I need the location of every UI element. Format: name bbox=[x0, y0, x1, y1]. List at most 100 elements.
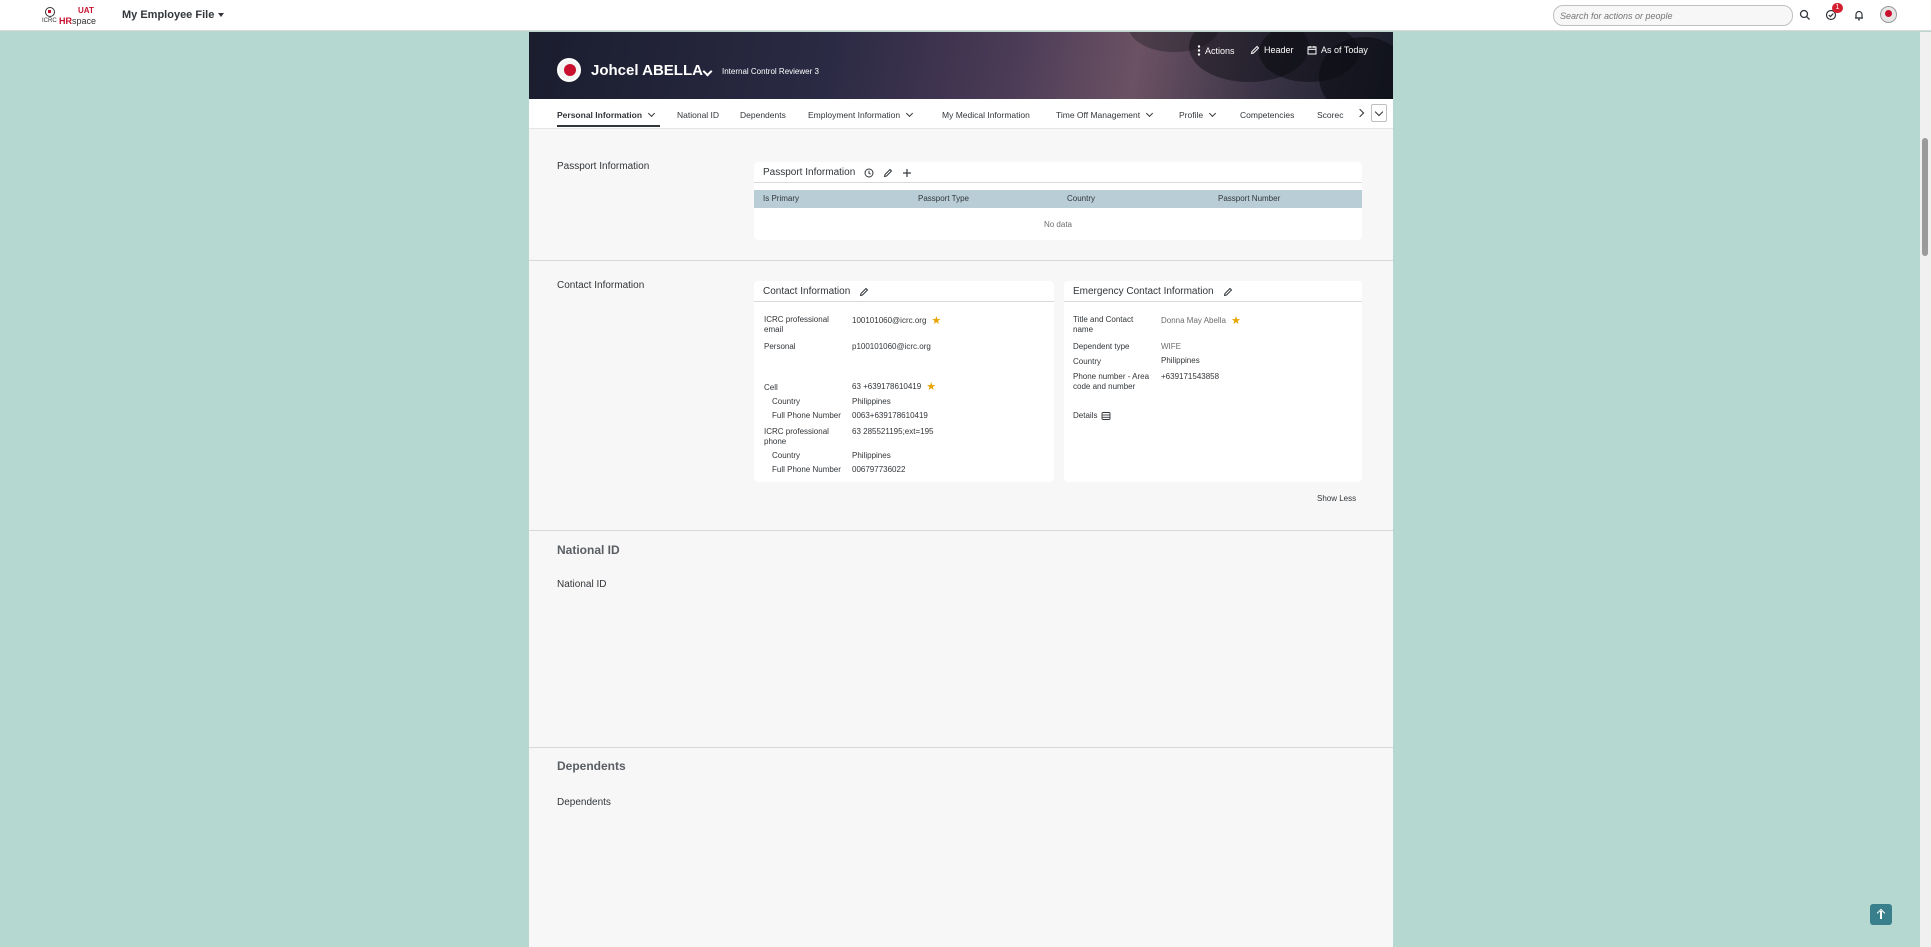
pencil-icon[interactable] bbox=[859, 287, 869, 297]
tab-dependents[interactable]: Dependents bbox=[740, 110, 786, 120]
tab-label: Time Off Management bbox=[1056, 110, 1141, 120]
field-label: Country bbox=[772, 451, 801, 460]
emergency-card-title: Emergency Contact Information bbox=[1073, 286, 1214, 297]
card-divider bbox=[754, 301, 1054, 302]
field-label: Dependent type bbox=[1073, 342, 1130, 351]
tabs-scroll-right-icon[interactable] bbox=[1355, 108, 1365, 118]
primary-star-icon: ★ bbox=[931, 314, 942, 327]
tab-scorecard[interactable]: Scorec bbox=[1317, 110, 1343, 120]
tab-label: Dependents bbox=[740, 110, 786, 120]
icrc-emblem-icon bbox=[45, 7, 55, 17]
header-label: Header bbox=[1264, 45, 1294, 55]
more-vertical-icon bbox=[1197, 45, 1201, 56]
field-value: +639171543858 bbox=[1161, 372, 1220, 381]
header-edit-button[interactable]: Header bbox=[1250, 45, 1294, 55]
hrspace-logo[interactable]: ICRC UAT HRspace bbox=[40, 5, 96, 27]
contact-section-label: Contact Information bbox=[557, 280, 645, 291]
field-label: Cell bbox=[764, 383, 778, 392]
tab-label: National ID bbox=[677, 110, 720, 120]
pencil-icon bbox=[1250, 45, 1260, 55]
dependents-section-title: Dependents bbox=[557, 759, 626, 773]
column-header: Passport Number bbox=[1218, 194, 1281, 203]
user-avatar[interactable] bbox=[1880, 6, 1897, 23]
primary-star-icon: ★ bbox=[926, 380, 937, 393]
cell-phone-value: 63 +639178610419 ★ bbox=[852, 380, 937, 393]
employee-name: Johcel ABELLA bbox=[591, 62, 703, 79]
empty-table-text: No data bbox=[1043, 220, 1073, 229]
field-label: Country bbox=[1073, 357, 1102, 366]
contact-card-header: Contact Information bbox=[763, 286, 869, 297]
bell-icon[interactable] bbox=[1852, 8, 1866, 22]
field-label: Personal bbox=[764, 342, 796, 351]
passport-section-label: Passport Information bbox=[557, 161, 650, 172]
passport-card-header: Passport Information bbox=[763, 167, 912, 178]
profile-header: Johcel ABELLA Internal Control Reviewer … bbox=[529, 32, 1393, 99]
emergency-card-header: Emergency Contact Information bbox=[1073, 286, 1233, 297]
tab-my-medical-information[interactable]: My Medical Information bbox=[942, 110, 1030, 120]
field-label: Full Phone Number bbox=[772, 465, 841, 474]
name-chevron-down-icon[interactable] bbox=[702, 66, 713, 77]
contact-card: Contact Information ICRC professional em… bbox=[754, 281, 1054, 482]
column-header: Country bbox=[1067, 194, 1096, 203]
icrc-email-value: 100101060@icrc.org ★ bbox=[852, 314, 942, 327]
tab-profile[interactable]: Profile bbox=[1179, 109, 1217, 120]
pencil-icon[interactable] bbox=[1223, 287, 1233, 297]
tabs-overflow-button[interactable] bbox=[1371, 104, 1387, 122]
search-input[interactable] bbox=[1553, 5, 1793, 26]
app-title-menu[interactable]: My Employee File bbox=[122, 9, 225, 21]
page-scrollbar-thumb[interactable] bbox=[1922, 138, 1928, 256]
national-id-section-title: National ID bbox=[557, 543, 620, 557]
tab-label: Employment Information bbox=[808, 110, 901, 120]
field-label: Country bbox=[772, 397, 801, 406]
card-divider bbox=[1064, 301, 1362, 302]
add-icon[interactable] bbox=[902, 168, 912, 178]
calendar-icon bbox=[1307, 46, 1317, 55]
chevron-down-icon bbox=[906, 109, 914, 118]
tab-label: Personal Information bbox=[557, 110, 643, 120]
logo-hr: HR bbox=[59, 16, 72, 26]
show-less-link[interactable]: Show Less bbox=[1317, 494, 1356, 503]
passport-card: Passport Information Is Primary Passport… bbox=[754, 162, 1362, 240]
shell-bar: ICRC UAT HRspace My Employee File 1 bbox=[0, 0, 1931, 31]
search-icon[interactable] bbox=[1798, 8, 1812, 22]
caret-down-icon bbox=[218, 13, 225, 17]
column-header: Passport Type bbox=[918, 194, 969, 203]
field-value: WIFE bbox=[1161, 342, 1181, 351]
field-value: Donna May Abella bbox=[1161, 316, 1226, 325]
field-value: 0063+639178610419 bbox=[852, 411, 928, 420]
icrc-phone-value: 63 285521195;ext=195 bbox=[852, 427, 934, 436]
pencil-icon[interactable] bbox=[883, 168, 893, 178]
as-of-label: As of Today bbox=[1321, 45, 1368, 55]
card-divider bbox=[754, 182, 1362, 183]
as-of-today-button[interactable]: As of Today bbox=[1307, 45, 1368, 55]
tab-label: Competencies bbox=[1240, 110, 1295, 120]
passport-table-header: Is Primary Passport Type Country Passpor… bbox=[754, 190, 1362, 208]
actions-button[interactable]: Actions bbox=[1197, 45, 1235, 56]
tab-label: Profile bbox=[1179, 110, 1204, 120]
field-value: 100101060@icrc.org bbox=[852, 316, 927, 325]
tab-employment-information[interactable]: Employment Information bbox=[808, 109, 914, 120]
tab-personal-information[interactable]: Personal Information bbox=[557, 109, 656, 120]
scroll-to-top-button[interactable] bbox=[1870, 904, 1892, 925]
app-title: My Employee File bbox=[122, 9, 215, 21]
contact-name-value: Donna May Abella ★ bbox=[1161, 315, 1241, 326]
details-link[interactable]: Details bbox=[1073, 411, 1111, 421]
field-label: ICRC professional email bbox=[764, 315, 829, 334]
logo-uat-text: UAT bbox=[78, 6, 94, 15]
employee-position: Internal Control Reviewer 3 bbox=[722, 67, 819, 76]
chevron-down-icon bbox=[1146, 109, 1154, 118]
section-divider bbox=[529, 260, 1393, 261]
tab-competencies[interactable]: Competencies bbox=[1240, 110, 1294, 120]
logo-icrc-text: ICRC bbox=[42, 18, 57, 24]
tab-time-off-management[interactable]: Time Off Management bbox=[1056, 109, 1154, 120]
field-value: 63 +639178610419 bbox=[852, 382, 922, 391]
details-label: Details bbox=[1073, 411, 1098, 420]
contact-card-title: Contact Information bbox=[763, 286, 851, 297]
dependents-subsection-label: Dependents bbox=[557, 797, 611, 808]
field-label: Title and Contact name bbox=[1073, 315, 1134, 334]
logo-space: space bbox=[72, 16, 97, 26]
field-label: Full Phone Number bbox=[772, 411, 841, 420]
history-icon[interactable] bbox=[864, 168, 874, 178]
tab-national-id[interactable]: National ID bbox=[677, 110, 719, 120]
field-value: Philippines bbox=[1161, 356, 1200, 365]
